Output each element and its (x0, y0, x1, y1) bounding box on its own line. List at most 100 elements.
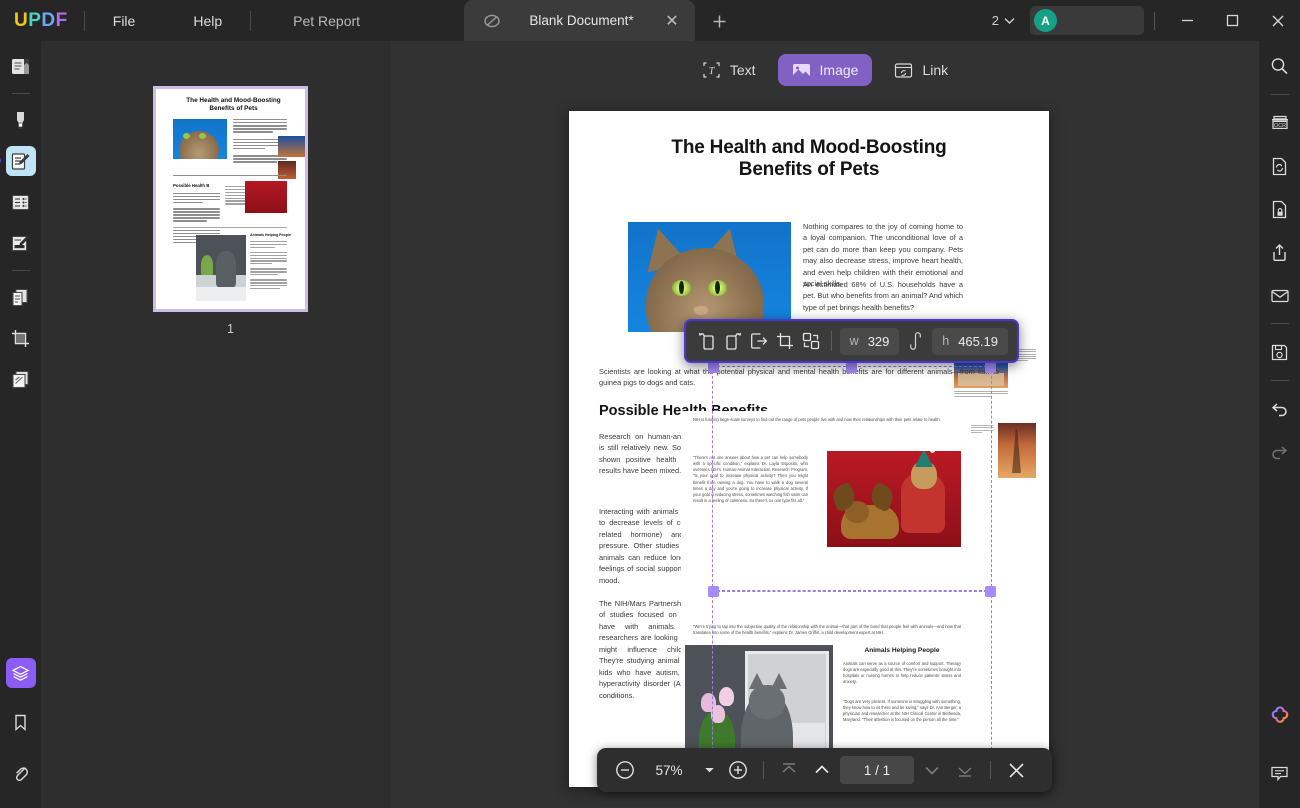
image-selection-box-lower[interactable] (713, 591, 991, 764)
sidebar-compare-icon[interactable] (6, 364, 36, 394)
selection-handle-ne[interactable] (985, 362, 996, 373)
attachment-icon[interactable] (6, 758, 36, 788)
search-icon[interactable] (1265, 51, 1295, 81)
rail-divider-2 (12, 270, 30, 271)
toolbar-divider (831, 331, 832, 351)
doc-intro-p2: An estimated 68% of U.S. households have… (803, 279, 963, 313)
sidebar-crop-icon[interactable] (6, 323, 36, 353)
help-menu[interactable]: Help (181, 8, 234, 34)
account-button[interactable]: A (1030, 6, 1144, 35)
thumbnail-page-number: 1 (153, 322, 308, 336)
image-selection-box[interactable] (713, 367, 991, 591)
svg-text:T: T (709, 66, 716, 77)
account-name-placeholder (1065, 17, 1136, 25)
redo-icon[interactable] (1265, 437, 1295, 467)
sidebar-annotate-icon[interactable] (6, 105, 36, 135)
chain-link-icon[interactable] (906, 328, 925, 354)
logo-letter-p: P (28, 10, 41, 32)
thumb-grey-cat-image (196, 235, 246, 301)
thumb-helping-col (250, 241, 287, 289)
width-label: w (850, 334, 859, 348)
height-label: h (942, 334, 949, 348)
image-icon (792, 62, 811, 79)
file-menu[interactable]: File (101, 8, 148, 34)
zoom-toolbar: 57% (597, 748, 1052, 792)
new-tab-button[interactable] (704, 6, 734, 36)
save-icon[interactable] (1265, 337, 1295, 367)
layers-icon[interactable] (6, 658, 36, 688)
thumb-cat-image (173, 119, 227, 159)
thumbnail-panel: The Health and Mood-BoostingBenefits of … (41, 41, 391, 808)
share-icon[interactable] (1265, 237, 1295, 267)
thumb-lead-line (173, 175, 287, 176)
document-title: The Health and Mood-BoostingBenefits of … (599, 137, 1019, 181)
cat-hero-image[interactable] (628, 222, 791, 332)
selection-handle-n[interactable] (846, 362, 857, 373)
first-page-button[interactable] (774, 755, 804, 785)
maximize-button[interactable] (1210, 0, 1255, 41)
close-zoom-bar-button[interactable] (1001, 755, 1031, 785)
tab-blank-document[interactable]: Blank Document* ✕ (464, 0, 695, 41)
next-page-button[interactable] (917, 755, 947, 785)
bookmark-icon[interactable] (6, 707, 36, 737)
ai-assistant-icon[interactable] (1265, 701, 1295, 731)
sidebar-reader-icon[interactable] (6, 51, 36, 81)
rotate-left-button[interactable] (695, 325, 718, 357)
image-height-field[interactable]: h 465.19 (932, 328, 1008, 355)
extract-image-button[interactable] (747, 325, 770, 357)
tool-link[interactable]: Link (880, 54, 962, 86)
tool-link-label: Link (922, 62, 948, 78)
convert-file-icon[interactable] (1265, 151, 1295, 181)
width-value: 329 (868, 334, 890, 349)
last-page-button[interactable] (950, 755, 980, 785)
prev-page-button[interactable] (807, 755, 837, 785)
undo-icon[interactable] (1265, 394, 1295, 424)
minimize-button[interactable] (1165, 0, 1210, 41)
page-thumbnail-1[interactable]: The Health and Mood-BoostingBenefits of … (153, 86, 308, 312)
thumbnail-item[interactable]: The Health and Mood-BoostingBenefits of … (153, 86, 308, 336)
zoom-level-value[interactable]: 57% (643, 763, 695, 778)
title-bar: U P D F File Help Pet Report Blank Docum… (0, 0, 1300, 41)
crop-image-button[interactable] (774, 325, 797, 357)
sidebar-edit-pdf-icon[interactable] (6, 146, 36, 176)
tool-image[interactable]: Image (778, 54, 873, 86)
instance-count: 2 (992, 13, 999, 28)
zoom-out-button[interactable] (610, 755, 640, 785)
zoom-dropdown-button[interactable] (698, 755, 720, 785)
thumb-dogs-image (245, 181, 287, 213)
selection-handle-w-mid[interactable] (708, 586, 719, 597)
tab-close-button[interactable]: ✕ (661, 10, 683, 32)
thumb-title: The Health and Mood-BoostingBenefits of … (166, 97, 301, 113)
selection-handle-nw[interactable] (708, 362, 719, 373)
height-value: 465.19 (958, 334, 998, 349)
page-indicator[interactable]: 1 / 1 (840, 756, 914, 784)
selection-handle-e-mid[interactable] (985, 586, 996, 597)
ocr-icon[interactable]: OCR (1265, 108, 1295, 138)
thumb-quote-line (173, 227, 287, 228)
document-label: Pet Report (293, 13, 360, 29)
edit-mode-toolbar: T Text Image (391, 49, 1259, 91)
rotate-right-button[interactable] (721, 325, 744, 357)
app-logo: U P D F (14, 10, 68, 32)
window-instance-selector[interactable]: 2 (986, 9, 1021, 32)
zoom-divider-1 (763, 761, 764, 779)
image-context-toolbar: w 329 h 465.19 (684, 319, 1019, 363)
thumb-heading2: Possible Health B (173, 183, 209, 188)
replace-image-button[interactable] (800, 325, 823, 357)
sidebar-convert-icon[interactable] (6, 282, 36, 312)
thumb-heading3: Animals Helping People (250, 233, 291, 237)
avatar: A (1034, 9, 1057, 32)
thumb-tourism-image (278, 136, 305, 157)
sidebar-form-icon[interactable] (6, 228, 36, 258)
logo-letter-u: U (14, 10, 28, 32)
close-window-button[interactable] (1255, 0, 1300, 41)
protect-icon[interactable] (1265, 194, 1295, 224)
comment-icon[interactable] (1265, 758, 1295, 788)
email-icon[interactable] (1265, 280, 1295, 310)
right-rail-divider-1 (1271, 94, 1289, 95)
link-icon (894, 62, 913, 79)
zoom-in-button[interactable] (723, 755, 753, 785)
image-width-field[interactable]: w 329 (840, 328, 900, 355)
tool-text[interactable]: T Text (688, 54, 770, 86)
sidebar-page-organize-icon[interactable] (6, 187, 36, 217)
